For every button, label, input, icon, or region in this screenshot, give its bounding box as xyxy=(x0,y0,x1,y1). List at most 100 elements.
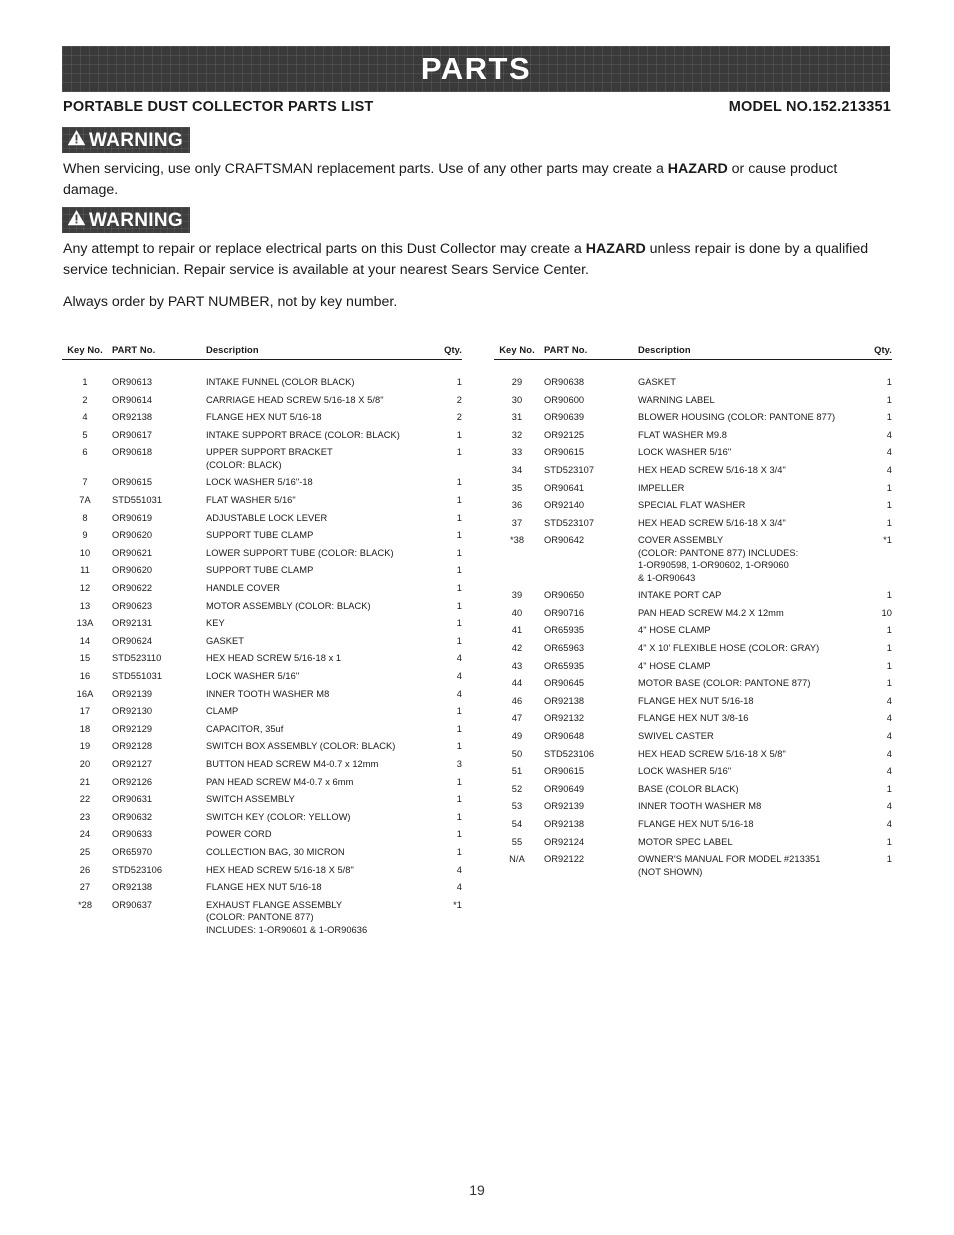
warning-text-2: Any attempt to repair or replace electri… xyxy=(63,239,893,281)
cell-description: 4" X 10' FLEXIBLE HOSE (COLOR: GRAY) xyxy=(628,640,862,658)
cell-key-number: 6 xyxy=(82,447,88,458)
table-row: 18 OR92129 CAPACITOR, 35uf 1 xyxy=(62,721,462,739)
table-row: 25 OR65970 COLLECTION BAG, 30 MICRON 1 xyxy=(62,844,462,862)
table-row: 5 OR90617 INTAKE SUPPORT BRACE (COLOR: BLA… xyxy=(62,427,462,445)
cell-key-number: 22 xyxy=(79,794,91,805)
cell-description: BUTTON HEAD SCREW M4-0.7 x 12mm xyxy=(196,756,432,774)
cell-part-number: STD551031 xyxy=(112,495,163,506)
table-row: 12 OR90622 HANDLE COVER 1 xyxy=(62,580,462,598)
cell-part-number: OR90650 xyxy=(544,590,585,601)
cell-description: HEX HEAD SCREW 5/16-18 X 3/4" xyxy=(628,462,862,480)
cell-key-number: 34 xyxy=(511,465,523,476)
cell-quantity: 1 xyxy=(456,447,462,458)
table-row: 6 OR90618 UPPER SUPPORT BRACKET (COLOR: BLA… xyxy=(62,444,462,474)
description-line: SWITCH KEY (COLOR: YELLOW) xyxy=(206,811,351,822)
description-line: SWITCH ASSEMBLY xyxy=(206,794,295,805)
cell-quantity: 1 xyxy=(456,635,462,646)
cell-part-number: OR90600 xyxy=(544,394,585,405)
description-line: (COLOR: BLACK) xyxy=(206,459,282,470)
table-row: *38 OR90642 COVER ASSEMBLY (COLOR: PANTONE … xyxy=(494,532,892,587)
cell-part-number: OR90637 xyxy=(112,899,153,910)
cell-part-number: OR92140 xyxy=(544,500,585,511)
cell-key-number: 30 xyxy=(511,394,523,405)
cell-description: LOCK WASHER 5/16" xyxy=(196,668,432,686)
cell-description: MOTOR BASE (COLOR: PANTONE 877) xyxy=(628,675,862,693)
cell-description: CAPACITOR, 35uf xyxy=(196,721,432,739)
description-line: HEX HEAD SCREW 5/16-18 X 5/8" xyxy=(638,748,786,759)
cell-quantity: 1 xyxy=(886,590,892,601)
description-line: HEX HEAD SCREW 5/16-18 X 3/4" xyxy=(638,517,786,528)
cell-part-number: OR92130 xyxy=(112,706,153,717)
cell-description: HEX HEAD SCREW 5/16-18 X 5/8" xyxy=(196,861,432,879)
cell-key-number: 11 xyxy=(80,565,90,576)
cell-part-number: OR90642 xyxy=(544,535,585,546)
cell-quantity: 1 xyxy=(456,829,462,840)
description-line: COLLECTION BAG, 30 MICRON xyxy=(206,846,345,857)
description-line: PAN HEAD SCREW M4.2 X 12mm xyxy=(638,607,784,618)
description-line: FLANGE HEX NUT 5/16-18 xyxy=(206,882,322,893)
description-line: MOTOR ASSEMBLY (COLOR: BLACK) xyxy=(206,600,371,611)
cell-description: MOTOR ASSEMBLY (COLOR: BLACK) xyxy=(196,598,432,616)
table-row: 13 OR90623 MOTOR ASSEMBLY (COLOR: BLACK) 1 xyxy=(62,598,462,616)
cell-key-number: 42 xyxy=(511,643,523,654)
cell-key-number: 49 xyxy=(511,731,523,741)
cell-quantity: 1 xyxy=(886,678,892,689)
cell-part-number: OR90638 xyxy=(544,377,585,388)
description-line: OWNER'S MANUAL FOR MODEL #213351 xyxy=(638,854,821,865)
order-note: Always order by PART NUMBER, not by key … xyxy=(63,294,398,310)
cell-quantity: 4 xyxy=(886,801,892,812)
description-line: FLAT WASHER 5/16" xyxy=(206,495,296,506)
table-row: 41 OR65935 4" HOSE CLAMP 1 xyxy=(494,622,892,640)
cell-key-number: 26 xyxy=(79,864,91,875)
description-line: SWITCH BOX ASSEMBLY (COLOR: BLACK) xyxy=(206,741,396,752)
cell-quantity: 10 xyxy=(881,607,892,618)
page-title: PARTS xyxy=(420,51,532,86)
cell-part-number: OR90621 xyxy=(112,547,153,558)
description-line: (COLOR: PANTONE 877) xyxy=(206,912,314,923)
cell-description: FLANGE HEX NUT 5/16-18 xyxy=(196,409,432,427)
warning-badge-label-1: WARNING xyxy=(89,129,183,151)
cell-key-number: 51 xyxy=(511,766,523,777)
cell-key-number: 32 xyxy=(511,429,523,440)
cell-description: KEY xyxy=(196,615,432,633)
cell-quantity: 1 xyxy=(456,794,462,805)
cell-quantity: 1 xyxy=(456,565,462,576)
cell-part-number: OR90623 xyxy=(112,600,153,611)
cell-description: LOCK WASHER 5/16"-18 xyxy=(196,474,432,492)
cell-key-number: 20 xyxy=(79,758,91,769)
cell-description: INTAKE PORT CAP xyxy=(628,587,862,605)
cell-part-number: OR90645 xyxy=(544,678,585,689)
table-row: 31 OR90639 BLOWER HOUSING (COLOR: PANTONE … xyxy=(494,409,892,427)
cell-description: BASE (COLOR BLACK) xyxy=(628,781,862,799)
cell-key-number: 25 xyxy=(79,846,91,857)
table-row: 20 OR92127 BUTTON HEAD SCREW M4-0.7 x 12mm… xyxy=(62,756,462,774)
table-row: 29 OR90638 GASKET 1 xyxy=(494,374,892,392)
cell-quantity: 1 xyxy=(456,583,462,594)
cell-description: UPPER SUPPORT BRACKET (COLOR: BLACK) xyxy=(196,444,432,474)
table-row: 51 OR90615 LOCK WASHER 5/16" 4 xyxy=(494,763,892,781)
table-row: 40 OR90716 PAN HEAD SCREW M4.2 X 12mm 10 xyxy=(494,605,892,623)
cell-key-number: 50 xyxy=(511,748,523,759)
cell-key-number: 21 xyxy=(79,776,91,787)
description-line: MOTOR BASE (COLOR: PANTONE 877) xyxy=(638,678,811,689)
cell-part-number: OR90615 xyxy=(544,766,585,777)
cell-quantity: 4 xyxy=(886,713,892,724)
cell-quantity: 1 xyxy=(886,783,892,794)
cell-key-number: 9 xyxy=(82,530,88,541)
table-row: 22 OR90631 SWITCH ASSEMBLY 1 xyxy=(62,791,462,809)
table-row: 43 OR65935 4" HOSE CLAMP 1 xyxy=(494,658,892,676)
cell-description: SWITCH KEY (COLOR: YELLOW) xyxy=(196,809,432,827)
cell-key-number: 46 xyxy=(511,695,523,706)
cell-quantity: 4 xyxy=(456,653,462,664)
description-line: 4" HOSE CLAMP xyxy=(638,625,711,636)
description-line: FLAT WASHER M9.8 xyxy=(638,429,727,440)
cell-description: MOTOR SPEC LABEL xyxy=(628,833,862,851)
cell-part-number: OR90622 xyxy=(112,583,153,594)
description-line: HANDLE COVER xyxy=(206,583,280,594)
cell-description: FLANGE HEX NUT 5/16-18 xyxy=(628,816,862,834)
cell-part-number: OR65963 xyxy=(544,643,585,654)
column-header-description: Description xyxy=(196,344,432,360)
table-row: *28 OR90637 EXHAUST FLANGE ASSEMBLY (COLOR:… xyxy=(62,897,462,939)
parts-table-left: Key No. PART No. Description Qty. 1 OR906… xyxy=(62,344,462,939)
warning-text-1-before: When servicing, use only CRAFTSMAN repla… xyxy=(63,161,668,177)
